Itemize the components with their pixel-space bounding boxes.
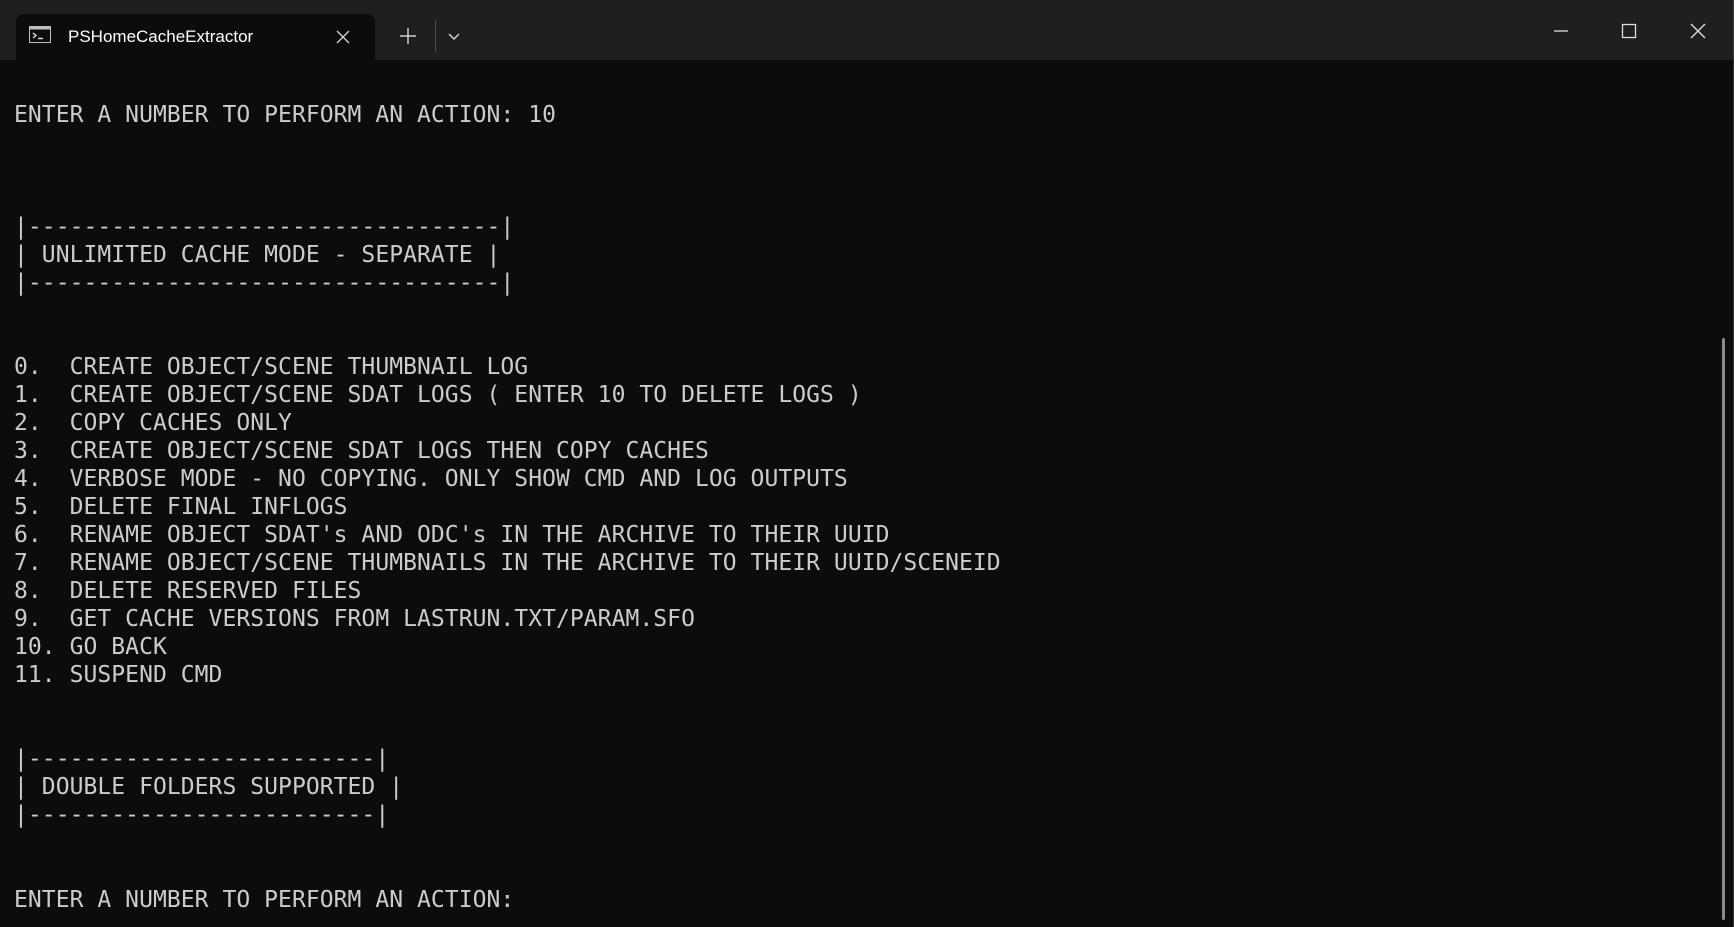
menu-item-1: 1. CREATE OBJECT/SCENE SDAT LOGS ( ENTER… — [14, 382, 862, 408]
plus-icon[interactable] — [392, 20, 424, 52]
footer-bottom-border: |-------------------------| — [14, 802, 390, 828]
banner-title: | UNLIMITED CACHE MODE - SEPARATE | — [14, 242, 501, 268]
tab-pshomecacheextractor[interactable]: PSHomeCacheExtractor — [16, 14, 375, 60]
menu-item-10: 10. GO BACK — [14, 634, 167, 660]
footer-banner: | DOUBLE FOLDERS SUPPORTED | — [14, 774, 404, 800]
menu-item-7: 7. RENAME OBJECT/SCENE THUMBNAILS IN THE… — [14, 550, 1001, 576]
menu-item-6: 6. RENAME OBJECT SDAT's AND ODC's IN THE… — [14, 522, 890, 548]
scrollbar-thumb[interactable] — [1722, 338, 1725, 920]
title-bar[interactable]: PSHomeCacheExtractor — [0, 0, 1733, 60]
banner-top-border: |----------------------------------| — [14, 214, 515, 240]
tab-toolbar-divider — [435, 20, 436, 52]
menu-item-3: 3. CREATE OBJECT/SCENE SDAT LOGS THEN CO… — [14, 438, 709, 464]
close-window-icon[interactable] — [1683, 16, 1713, 46]
menu-item-5: 5. DELETE FINAL INFLOGS — [14, 494, 348, 520]
prompt-line: ENTER A NUMBER TO PERFORM AN ACTION: 10 — [14, 102, 556, 128]
menu-item-4: 4. VERBOSE MODE - NO COPYING. ONLY SHOW … — [14, 466, 848, 492]
maximize-icon[interactable] — [1614, 16, 1644, 46]
menu-item-11: 11. SUSPEND CMD — [14, 662, 223, 688]
minimize-icon[interactable] — [1546, 16, 1576, 46]
tab-title: PSHomeCacheExtractor — [68, 27, 254, 46]
terminal-window: PSHomeCacheExtractor ENTER A NUMBER TO P… — [0, 0, 1734, 927]
menu-item-2: 2. COPY CACHES ONLY — [14, 410, 292, 436]
input-prompt-line[interactable]: ENTER A NUMBER TO PERFORM AN ACTION: — [14, 886, 514, 914]
banner-bottom-border: |----------------------------------| — [14, 270, 515, 296]
menu-item-8: 8. DELETE RESERVED FILES — [14, 578, 362, 604]
menu-item-9: 9. GET CACHE VERSIONS FROM LASTRUN.TXT/P… — [14, 606, 695, 632]
chevron-down-icon[interactable] — [438, 20, 470, 52]
menu-item-0: 0. CREATE OBJECT/SCENE THUMBNAIL LOG — [14, 354, 529, 380]
terminal-output[interactable]: ENTER A NUMBER TO PERFORM AN ACTION: 10 … — [0, 60, 1720, 927]
terminal-icon — [29, 26, 51, 43]
close-icon[interactable] — [331, 25, 355, 49]
footer-top-border: |-------------------------| — [14, 746, 390, 772]
